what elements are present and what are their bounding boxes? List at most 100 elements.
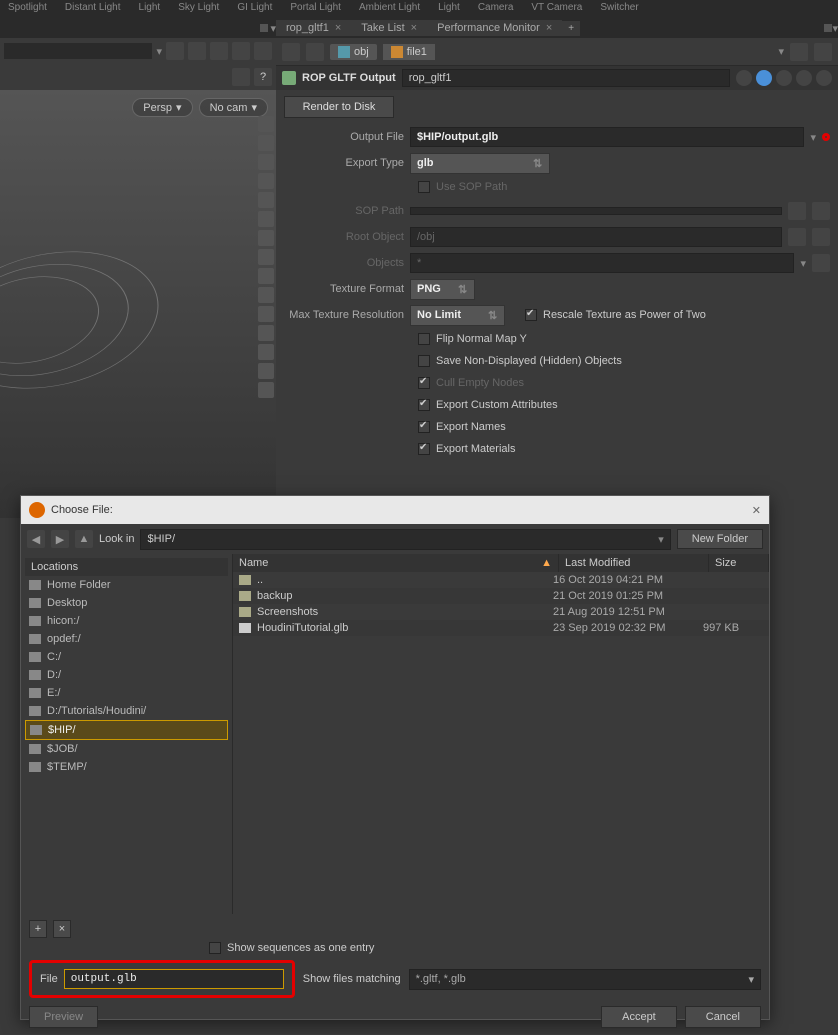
- vp-tool-icon[interactable]: [258, 154, 274, 170]
- obj-chip[interactable]: obj: [330, 44, 377, 60]
- tab-rop-gltf1[interactable]: rop_gltf1×: [276, 20, 351, 36]
- pane-tri-icon[interactable]: ▾: [832, 22, 838, 35]
- nav-fwd-icon[interactable]: ▶: [51, 530, 69, 548]
- remove-location-button[interactable]: ×: [53, 920, 71, 938]
- lock-icon[interactable]: [210, 42, 228, 60]
- file-chip[interactable]: file1: [383, 44, 435, 60]
- new-folder-button[interactable]: New Folder: [677, 529, 763, 549]
- location-item[interactable]: D:/: [25, 666, 228, 684]
- persp-dropdown[interactable]: Persp▾: [132, 98, 192, 117]
- ribbon-item[interactable]: VT Camera: [523, 0, 590, 18]
- ribbon-item[interactable]: Spotlight: [0, 0, 55, 18]
- ribbon-item[interactable]: Camera: [470, 0, 522, 18]
- close-icon[interactable]: ×: [335, 22, 341, 34]
- rescale-checkbox[interactable]: [525, 309, 537, 321]
- file-row[interactable]: Screenshots21 Aug 2019 12:51 PM: [233, 604, 769, 620]
- ribbon-item[interactable]: Light: [131, 0, 169, 18]
- location-item[interactable]: D:/Tutorials/Houdini/: [25, 702, 228, 720]
- jump-icon[interactable]: [788, 228, 806, 246]
- ribbon-item[interactable]: Distant Light: [57, 0, 129, 18]
- pin-icon[interactable]: [166, 42, 184, 60]
- col-size[interactable]: Size: [709, 554, 769, 572]
- nav-up-icon[interactable]: ▲: [75, 530, 93, 548]
- help-icon[interactable]: [816, 70, 832, 86]
- close-icon[interactable]: ×: [411, 22, 417, 34]
- vp-tool-icon[interactable]: [258, 192, 274, 208]
- ribbon-item[interactable]: GI Light: [229, 0, 280, 18]
- search-icon[interactable]: [776, 70, 792, 86]
- chooser-icon[interactable]: [812, 202, 830, 220]
- location-item[interactable]: C:/: [25, 648, 228, 666]
- ribbon-item[interactable]: Sky Light: [170, 0, 227, 18]
- flip-checkbox[interactable]: [418, 333, 430, 345]
- viewport[interactable]: Persp▾ No cam▾: [0, 90, 276, 518]
- chooser-icon[interactable]: [812, 228, 830, 246]
- close-icon[interactable]: ✕: [752, 504, 761, 517]
- tab-take-list[interactable]: Take List×: [351, 20, 427, 36]
- ribbon-item[interactable]: Light: [430, 0, 468, 18]
- shade-icon[interactable]: [254, 42, 272, 60]
- file-row[interactable]: ..16 Oct 2019 04:21 PM: [233, 572, 769, 588]
- show-seq-checkbox[interactable]: [209, 942, 221, 954]
- location-item[interactable]: hicon:/: [25, 612, 228, 630]
- display-icon[interactable]: [232, 42, 250, 60]
- option-icon[interactable]: [232, 68, 250, 86]
- output-file-input[interactable]: $HIP/output.glb: [410, 127, 804, 147]
- tab-perf-monitor[interactable]: Performance Monitor×: [427, 20, 562, 36]
- texture-format-select[interactable]: PNG⇅: [410, 279, 475, 300]
- exp-attr-checkbox[interactable]: [418, 399, 430, 411]
- location-item[interactable]: Home Folder: [25, 576, 228, 594]
- vp-tool-icon[interactable]: [258, 230, 274, 246]
- col-modified[interactable]: Last Modified: [559, 554, 709, 572]
- exp-names-checkbox[interactable]: [418, 421, 430, 433]
- vp-tool-icon[interactable]: [258, 211, 274, 227]
- add-location-button[interactable]: +: [29, 920, 47, 938]
- vp-tool-icon[interactable]: [258, 268, 274, 284]
- vp-tool-icon[interactable]: [258, 344, 274, 360]
- col-name[interactable]: Name▲: [233, 554, 559, 572]
- render-to-disk-button[interactable]: Render to Disk: [284, 96, 394, 118]
- vp-tool-icon[interactable]: [258, 325, 274, 341]
- info-icon[interactable]: [796, 70, 812, 86]
- help-icon[interactable]: ?: [254, 68, 272, 86]
- vp-tool-icon[interactable]: [258, 306, 274, 322]
- lookin-input[interactable]: $HIP/▾: [140, 529, 670, 550]
- gear-icon[interactable]: [736, 70, 752, 86]
- objects-input[interactable]: *: [410, 253, 794, 273]
- max-tex-select[interactable]: No Limit⇅: [410, 305, 505, 326]
- ribbon-item[interactable]: Portal Light: [282, 0, 349, 18]
- add-tab-button[interactable]: +: [562, 21, 580, 36]
- nav-back-icon[interactable]: ◀: [27, 530, 45, 548]
- pane-menu-icon[interactable]: [260, 24, 268, 32]
- filter-select[interactable]: *.gltf, *.glb▾: [409, 969, 761, 990]
- node-name-input[interactable]: [402, 69, 730, 87]
- vp-tool-icon[interactable]: [258, 135, 274, 151]
- location-item[interactable]: opdef:/: [25, 630, 228, 648]
- location-item[interactable]: Desktop: [25, 594, 228, 612]
- vp-tool-icon[interactable]: [258, 249, 274, 265]
- file-name-input[interactable]: [64, 969, 284, 989]
- exp-mat-checkbox[interactable]: [418, 443, 430, 455]
- root-obj-input[interactable]: /obj: [410, 227, 782, 247]
- ribbon-item[interactable]: Ambient Light: [351, 0, 428, 18]
- h-icon[interactable]: [756, 70, 772, 86]
- target-icon[interactable]: [814, 43, 832, 61]
- vp-tool-icon[interactable]: [258, 382, 274, 398]
- file-row[interactable]: backup21 Oct 2019 01:25 PM: [233, 588, 769, 604]
- dropdown-icon[interactable]: ▾: [156, 45, 162, 58]
- chooser-icon[interactable]: [812, 254, 830, 272]
- location-item[interactable]: $HIP/: [25, 720, 228, 740]
- dropdown-icon[interactable]: ▾: [810, 131, 816, 144]
- pin-icon[interactable]: [790, 43, 808, 61]
- file-row[interactable]: HoudiniTutorial.glb23 Sep 2019 02:32 PM9…: [233, 620, 769, 636]
- location-item[interactable]: E:/: [25, 684, 228, 702]
- dropdown-icon[interactable]: ▾: [800, 257, 806, 270]
- vp-tool-icon[interactable]: [258, 173, 274, 189]
- vp-tool-icon[interactable]: [258, 363, 274, 379]
- vp-tool-icon[interactable]: [258, 116, 274, 132]
- target-icon[interactable]: [188, 42, 206, 60]
- export-type-select[interactable]: glb⇅: [410, 153, 550, 174]
- cancel-button[interactable]: Cancel: [685, 1006, 761, 1028]
- close-icon[interactable]: ×: [546, 22, 552, 34]
- ribbon-item[interactable]: Switcher: [592, 0, 646, 18]
